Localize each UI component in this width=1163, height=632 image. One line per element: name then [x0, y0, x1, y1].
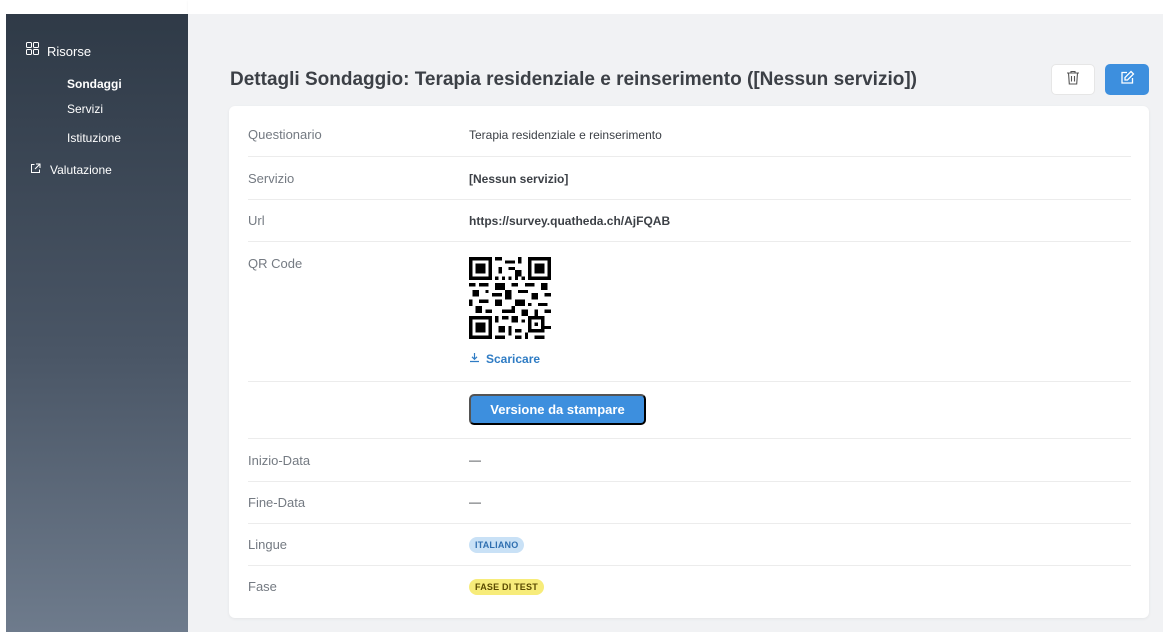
trash-icon: [1066, 70, 1080, 90]
detail-label: Fase: [248, 579, 277, 594]
detail-label: Fine-Data: [248, 495, 306, 510]
detail-row-phase: Fase FASE DI TEST: [248, 566, 1131, 608]
sidebar-item-istituzione[interactable]: Istituzione: [67, 131, 121, 145]
sidebar-item-servizi[interactable]: Servizi: [67, 102, 103, 116]
sidebar-item-label: Valutazione: [50, 163, 112, 177]
page-title: Dettagli Sondaggio: Terapia residenziale…: [230, 69, 917, 90]
language-badge: ITALIANO: [469, 537, 525, 553]
sidebar-item-sondaggi[interactable]: Sondaggi: [67, 77, 122, 91]
end-date-value: —: [469, 495, 481, 509]
sidebar: Risorse Sondaggi Servizi Istituzione Val…: [6, 14, 188, 632]
sidebar-item-valutazione[interactable]: Valutazione: [30, 161, 112, 179]
grid-icon: [26, 42, 39, 60]
print-version-button[interactable]: Versione da stampare: [469, 394, 646, 425]
top-bar: [188, 0, 1163, 14]
external-link-icon: [30, 161, 41, 179]
sidebar-group-risorse[interactable]: Risorse: [26, 42, 91, 60]
detail-label: Questionario: [248, 127, 322, 142]
language-badge-wrap: ITALIANO: [469, 537, 525, 553]
phase-badge: FASE DI TEST: [469, 579, 544, 595]
detail-label: Url: [248, 213, 265, 228]
edit-button[interactable]: [1105, 64, 1149, 95]
detail-label: QR Code: [248, 256, 303, 271]
survey-url-link[interactable]: https://survey.quatheda.ch/AjFQAB: [469, 214, 670, 228]
download-icon: [469, 352, 480, 366]
detail-label: Servizio: [248, 171, 295, 186]
survey-details-card: Questionario Terapia residenziale e rein…: [229, 106, 1149, 618]
detail-value: Terapia residenziale e reinserimento: [469, 128, 662, 142]
detail-row-start-date: Inizio-Data —: [248, 439, 1131, 482]
detail-label: Lingue: [248, 537, 288, 552]
detail-row-languages: Lingue ITALIANO: [248, 524, 1131, 566]
detail-row-qr-code: QR Code Scaricare: [248, 242, 1131, 382]
qr-code-image: [469, 257, 551, 339]
detail-row-url: Url https://survey.quatheda.ch/AjFQAB: [248, 200, 1131, 242]
edit-icon: [1120, 70, 1135, 90]
start-date-value: —: [469, 453, 481, 467]
detail-row-end-date: Fine-Data —: [248, 482, 1131, 524]
servizio-link[interactable]: [Nessun servizio]: [469, 172, 568, 186]
detail-label: Inizio-Data: [248, 453, 311, 468]
detail-row-servizio: Servizio [Nessun servizio]: [248, 157, 1131, 200]
detail-row-print: Versione da stampare: [248, 382, 1131, 439]
phase-badge-wrap: FASE DI TEST: [469, 579, 544, 595]
delete-button[interactable]: [1051, 64, 1095, 95]
download-qr-link[interactable]: Scaricare: [469, 352, 540, 366]
sidebar-group-label: Risorse: [47, 43, 92, 59]
detail-row-questionario: Questionario Terapia residenziale e rein…: [248, 106, 1131, 157]
download-label: Scaricare: [486, 352, 541, 366]
